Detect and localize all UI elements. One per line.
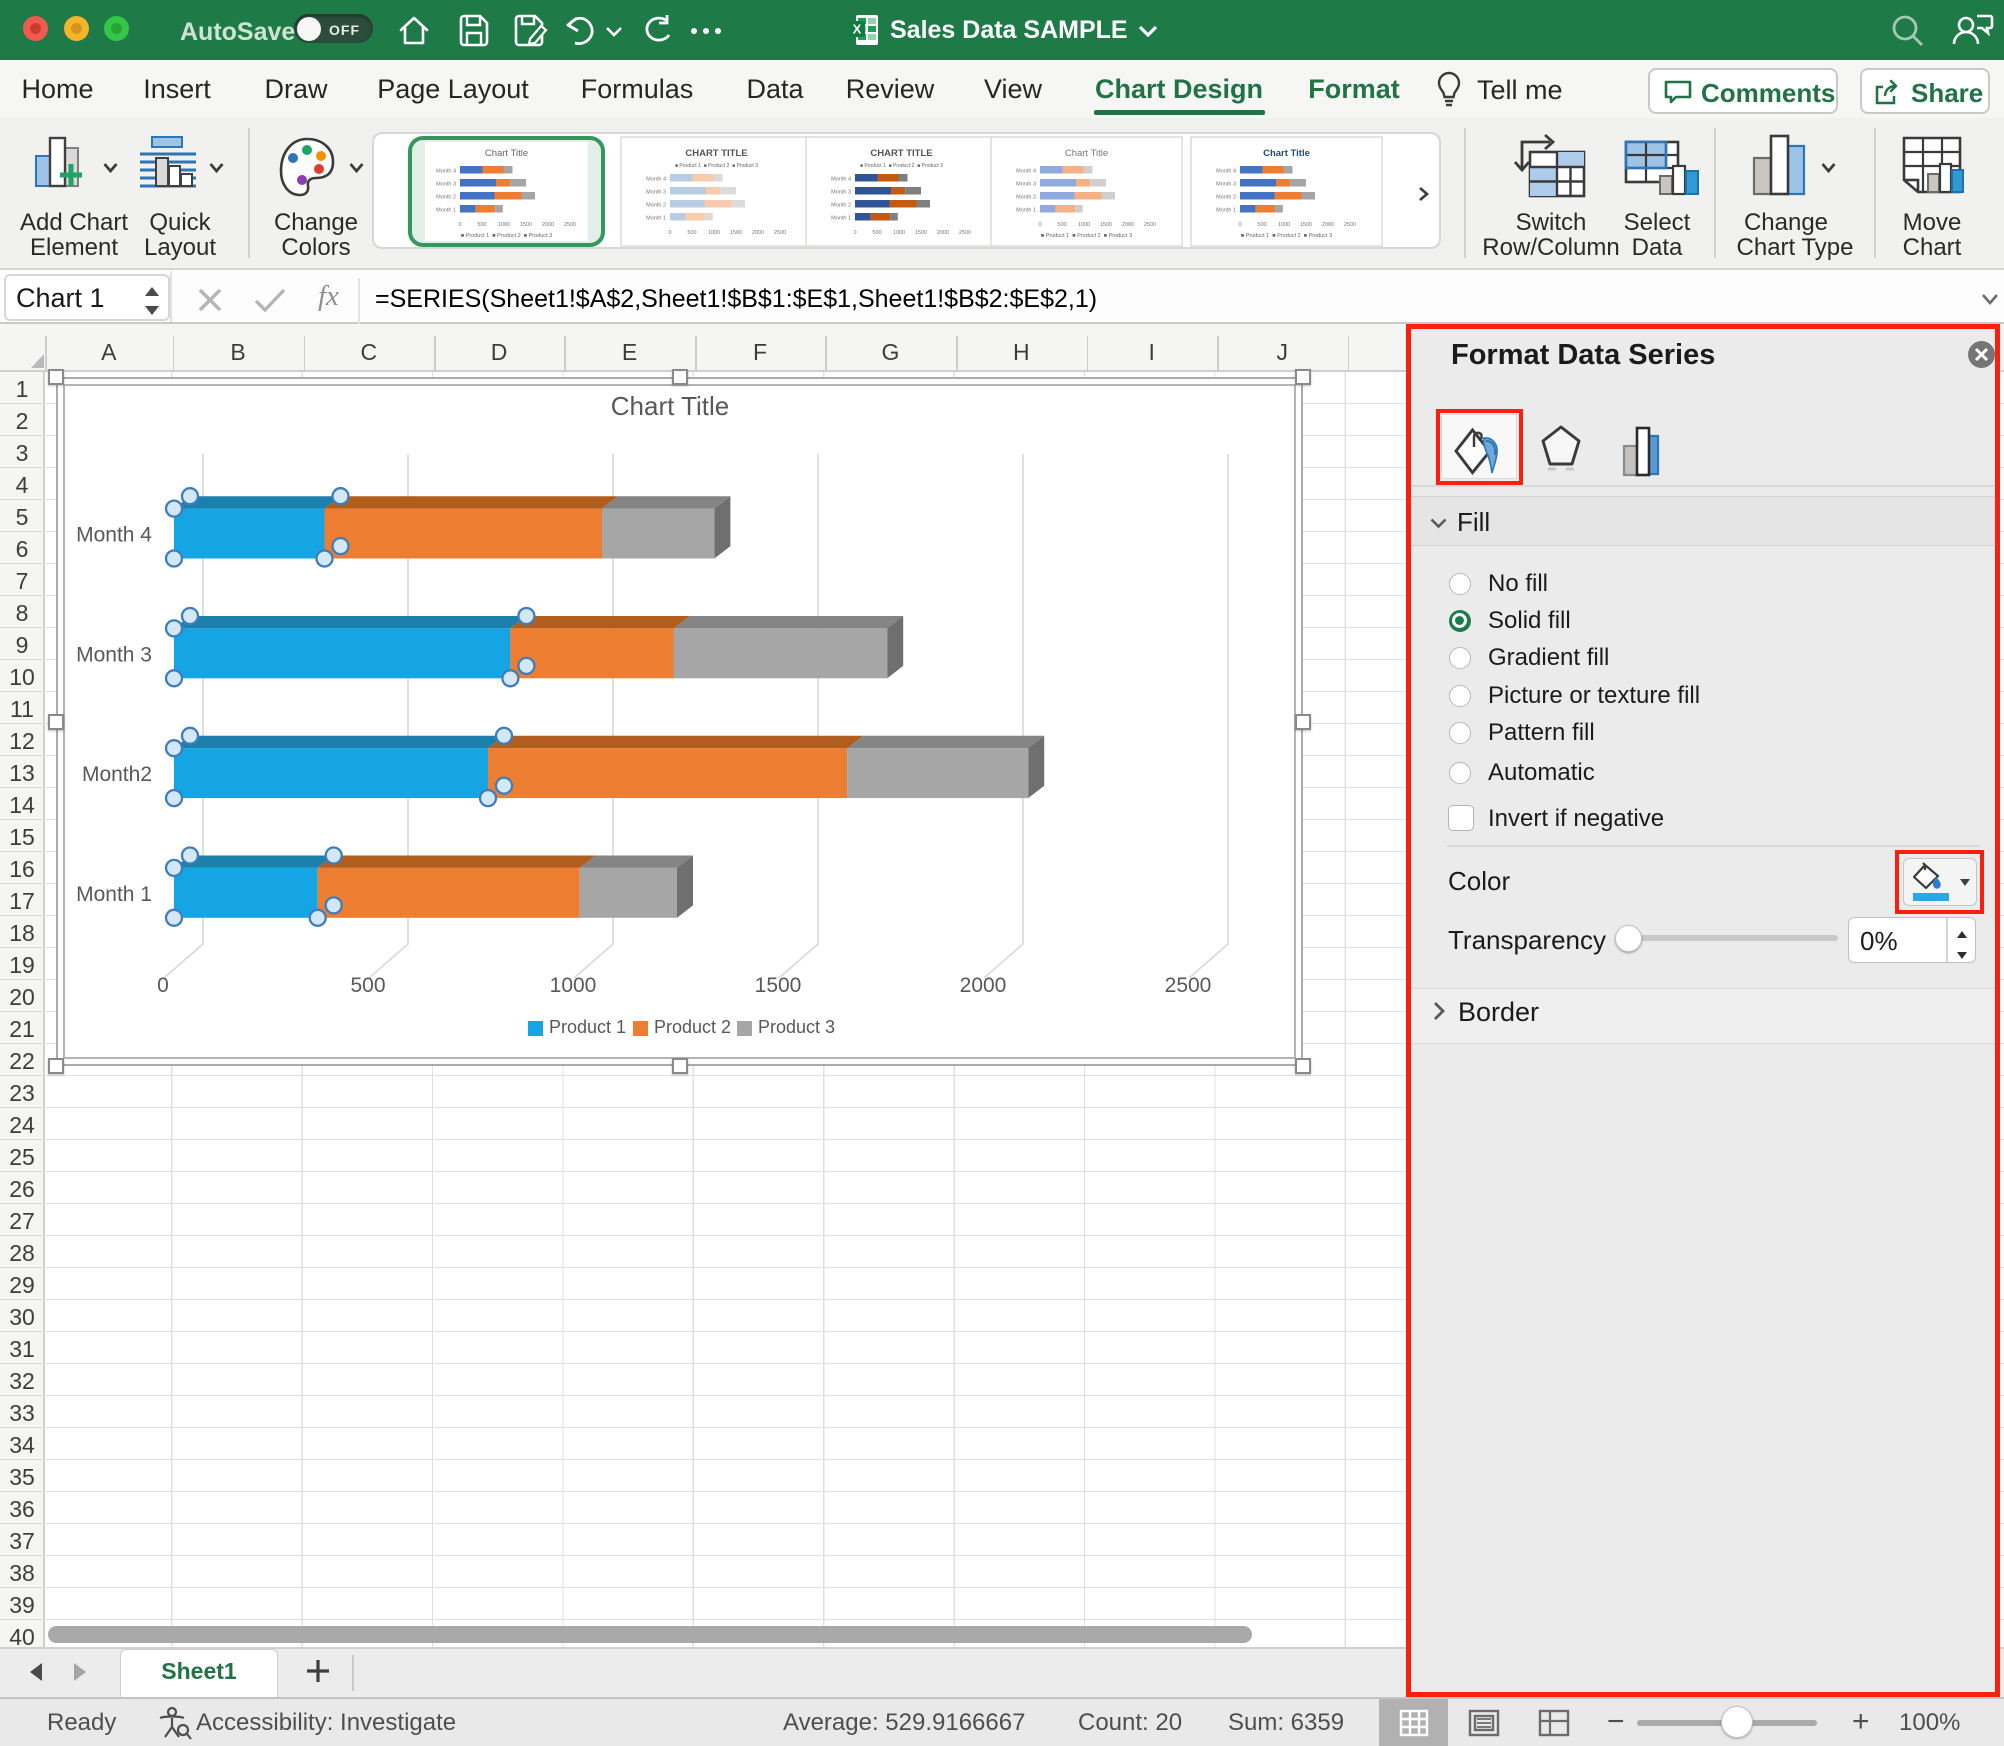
- svg-text:Month 2: Month 2: [1016, 195, 1036, 201]
- svg-text:1500: 1500: [915, 230, 927, 236]
- svg-text:Chart Title: Chart Title: [1065, 148, 1108, 159]
- svg-text:1000: 1000: [498, 222, 510, 228]
- svg-text:Month 2: Month 2: [436, 195, 456, 201]
- svg-text:Chart Title: Chart Title: [611, 391, 730, 421]
- svg-text:■ Product 1 ■ Product 2 ■ Pr: ■ Product 1 ■ Product 2 ■ Product 3: [860, 163, 943, 169]
- svg-text:Product 2: Product 2: [654, 1017, 731, 1037]
- svg-text:Month 2: Month 2: [831, 203, 851, 209]
- svg-text:Month 3: Month 3: [76, 643, 152, 666]
- svg-text:500: 500: [687, 230, 696, 236]
- svg-text:Month 1: Month 1: [1016, 208, 1036, 214]
- svg-text:0: 0: [668, 230, 671, 236]
- svg-text:500: 500: [1257, 222, 1266, 228]
- svg-text:1500: 1500: [1300, 222, 1312, 228]
- svg-text:Month 3: Month 3: [1016, 182, 1036, 188]
- svg-text:1500: 1500: [1100, 222, 1112, 228]
- svg-text:■ Product 1 ■ Product 2 ■ Pr: ■ Product 1 ■ Product 2 ■ Product 3: [675, 163, 758, 169]
- svg-text:Month 4: Month 4: [831, 177, 851, 183]
- svg-text:1000: 1000: [1078, 222, 1090, 228]
- svg-text:2000: 2000: [960, 974, 1007, 997]
- svg-text:2000: 2000: [752, 230, 764, 236]
- svg-text:■ Product 1 ■ Product 2 ■ Pr: ■ Product 1 ■ Product 2 ■ Product 3: [461, 233, 552, 239]
- svg-text:CHART TITLE: CHART TITLE: [870, 148, 932, 159]
- svg-text:2000: 2000: [542, 222, 554, 228]
- svg-text:Month 1: Month 1: [831, 216, 851, 222]
- svg-text:Month 2: Month 2: [646, 203, 666, 209]
- svg-text:0: 0: [157, 974, 169, 997]
- svg-text:Month 3: Month 3: [436, 182, 456, 188]
- svg-text:Product 3: Product 3: [758, 1017, 835, 1037]
- svg-text:2500: 2500: [564, 222, 576, 228]
- svg-text:500: 500: [1057, 222, 1066, 228]
- svg-text:Month 4: Month 4: [646, 177, 666, 183]
- svg-text:Month 3: Month 3: [646, 190, 666, 196]
- svg-text:1000: 1000: [550, 974, 597, 997]
- svg-text:1500: 1500: [730, 230, 742, 236]
- svg-text:CHART TITLE: CHART TITLE: [685, 148, 747, 159]
- svg-text:■ Product 1 ■ Product 2 ■ Pr: ■ Product 1 ■ Product 2 ■ Product 3: [1041, 233, 1132, 239]
- svg-text:2500: 2500: [959, 230, 971, 236]
- svg-text:1000: 1000: [893, 230, 905, 236]
- svg-text:2500: 2500: [1344, 222, 1356, 228]
- svg-text:Month 4: Month 4: [1016, 169, 1036, 175]
- svg-text:2500: 2500: [1165, 974, 1212, 997]
- svg-text:Month 1: Month 1: [76, 883, 152, 906]
- svg-text:2000: 2000: [1322, 222, 1334, 228]
- svg-text:2500: 2500: [774, 230, 786, 236]
- svg-text:500: 500: [477, 222, 486, 228]
- svg-text:Month 2: Month 2: [1216, 195, 1236, 201]
- svg-text:Product 1: Product 1: [549, 1017, 626, 1037]
- svg-text:0: 0: [853, 230, 856, 236]
- svg-text:Chart Title: Chart Title: [1263, 148, 1310, 159]
- svg-text:2000: 2000: [937, 230, 949, 236]
- svg-text:Month 1: Month 1: [646, 216, 666, 222]
- svg-text:0: 0: [458, 222, 461, 228]
- svg-text:Chart Title: Chart Title: [485, 148, 528, 159]
- svg-text:Month2: Month2: [82, 763, 152, 786]
- svg-text:500: 500: [872, 230, 881, 236]
- svg-text:1500: 1500: [755, 974, 802, 997]
- svg-text:Month 1: Month 1: [1216, 208, 1236, 214]
- svg-text:0: 0: [1038, 222, 1041, 228]
- svg-text:Month 3: Month 3: [1216, 182, 1236, 188]
- svg-text:0: 0: [1238, 222, 1241, 228]
- svg-text:Month 4: Month 4: [436, 169, 456, 175]
- svg-text:Month 4: Month 4: [1216, 169, 1236, 175]
- svg-text:■ Product 1 ■ Product 2 ■ Pr: ■ Product 1 ■ Product 2 ■ Product 3: [1241, 233, 1332, 239]
- svg-text:X: X: [853, 22, 862, 37]
- svg-text:1000: 1000: [1278, 222, 1290, 228]
- svg-text:1000: 1000: [708, 230, 720, 236]
- svg-text:2000: 2000: [1122, 222, 1134, 228]
- svg-text:Month 1: Month 1: [436, 208, 456, 214]
- svg-text:2500: 2500: [1144, 222, 1156, 228]
- svg-text:1500: 1500: [520, 222, 532, 228]
- svg-text:Month 3: Month 3: [831, 190, 851, 196]
- svg-text:500: 500: [350, 974, 385, 997]
- svg-text:Month 4: Month 4: [76, 524, 152, 547]
